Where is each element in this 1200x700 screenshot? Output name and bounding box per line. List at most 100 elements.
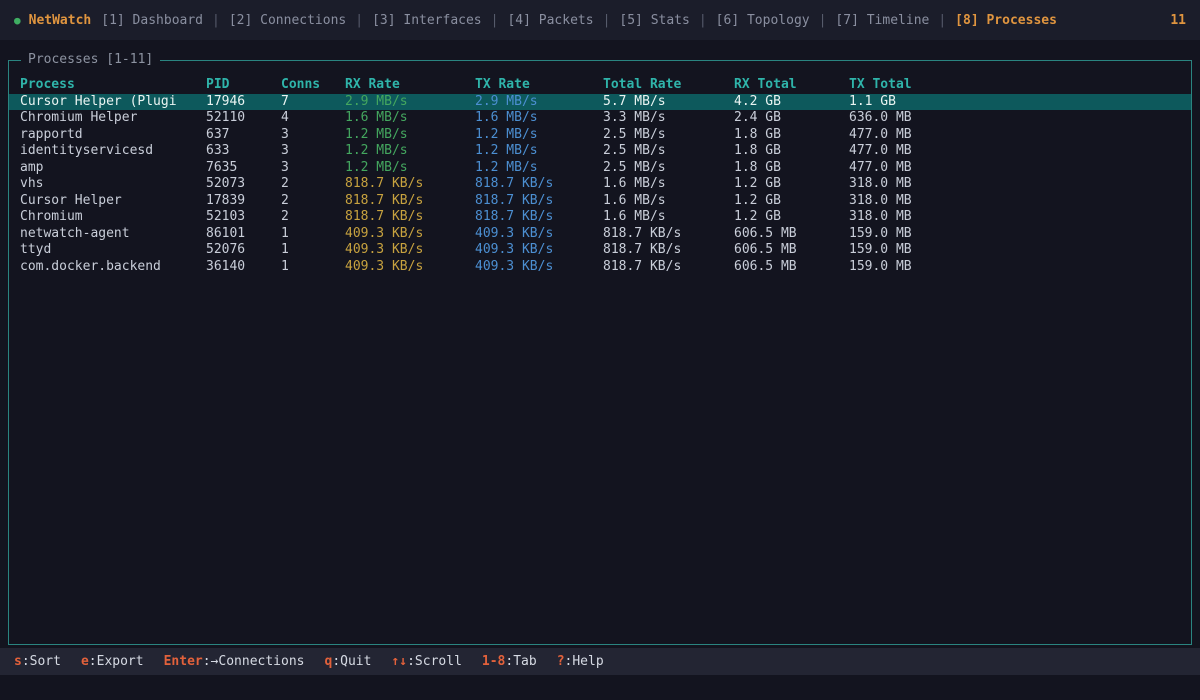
- cell-total-rate: 2.5 MB/s: [603, 126, 666, 142]
- tab-3-interfaces[interactable]: [3] Interfaces: [372, 13, 482, 28]
- cell-tx-rate: 1.2 MB/s: [475, 126, 538, 142]
- table-row[interactable]: identityservicesd 633 3 1.2 MB/s 1.2 MB/s 2.5…: [9, 143, 1191, 160]
- tab-separator: |: [698, 12, 707, 28]
- statusbar-hint-scroll: ↑↓:Scroll: [391, 654, 461, 669]
- cell-rx-total: 606.5 MB: [734, 258, 797, 274]
- cell-rx-rate: 1.2 MB/s: [345, 126, 408, 142]
- cell-rx-total: 1.2 GB: [734, 176, 781, 191]
- cell-rx-rate: 409.3 KB/s: [345, 242, 424, 257]
- tab-1-dashboard[interactable]: [1] Dashboard: [101, 13, 203, 28]
- cell-total-rate: 2.5 MB/s: [603, 143, 666, 158]
- statusbar-hint-help: ?:Help: [557, 654, 604, 669]
- table-row[interactable]: com.docker.backend 36140 1 409.3 KB/s 409.3 …: [9, 259, 1191, 276]
- cell-rx-total: 1.8 GB: [734, 126, 781, 142]
- cell-pid: 52076: [206, 242, 246, 257]
- cell-pid: 36140: [206, 258, 246, 274]
- hint-key: ?: [556, 654, 565, 669]
- tab-separator: |: [212, 12, 220, 28]
- cell-tx-rate: 818.7 KB/s: [475, 209, 554, 224]
- cell-tx-total: 318.0 MB: [849, 176, 912, 191]
- cell-tx-rate: 1.6 MB/s: [475, 110, 538, 125]
- hint-key: s: [14, 654, 22, 669]
- col-header-rx-total[interactable]: RX Total: [734, 77, 849, 94]
- table-row[interactable]: vhs 52073 2 818.7 KB/s 818.7 KB/s 1.6 MB/s 1.2…: [9, 176, 1191, 193]
- cell-pid: 633: [206, 143, 230, 158]
- hint-description: :Export: [88, 654, 144, 669]
- cell-conns: 3: [281, 159, 289, 175]
- cell-tx-rate: 409.3 KB/s: [475, 258, 554, 274]
- col-header-pid[interactable]: PID: [206, 77, 281, 94]
- tab-8-processes[interactable]: [8] Processes: [955, 13, 1057, 28]
- cell-conns: 1: [281, 258, 289, 274]
- cell-process: com.docker.backend: [20, 258, 161, 274]
- cell-conns: 1: [281, 242, 289, 257]
- panel-title: Processes [1-11]: [21, 52, 161, 67]
- tab-2-connections[interactable]: [2] Connections: [229, 13, 346, 28]
- cell-rx-rate: 1.2 MB/s: [345, 143, 408, 158]
- cell-rx-rate: 409.3 KB/s: [345, 258, 424, 274]
- cell-tx-total: 318.0 MB: [849, 192, 912, 208]
- cell-rx-total: 1.2 GB: [734, 192, 781, 208]
- cell-conns: 3: [281, 143, 289, 158]
- cell-process: vhs: [20, 176, 44, 191]
- cell-total-rate: 2.5 MB/s: [603, 159, 666, 175]
- cell-conns: 1: [281, 225, 289, 241]
- hint-description: :Sort: [21, 654, 61, 669]
- cell-rx-total: 606.5 MB: [734, 242, 797, 257]
- cell-conns: 2: [281, 192, 289, 208]
- hint-description: :→Connections: [202, 654, 305, 669]
- tab-4-packets[interactable]: [4] Packets: [507, 13, 593, 28]
- tab-7-timeline[interactable]: [7] Timeline: [835, 13, 929, 28]
- tab-5-stats[interactable]: [5] Stats: [619, 13, 689, 28]
- cell-tx-rate: 818.7 KB/s: [475, 192, 554, 208]
- tab-separator: |: [355, 12, 364, 28]
- process-table: Process PID Conns RX Rate TX Rate Total …: [9, 61, 1191, 275]
- cell-total-rate: 5.7 MB/s: [603, 93, 666, 109]
- cell-tx-total: 318.0 MB: [849, 209, 912, 224]
- cell-rx-rate: 1.6 MB/s: [345, 110, 408, 125]
- app-title: NetWatch: [28, 12, 92, 28]
- header-count: 11: [1170, 12, 1186, 28]
- cell-process: Chromium: [20, 209, 83, 224]
- col-header-rx-rate[interactable]: RX Rate: [345, 77, 475, 94]
- cell-rx-rate: 818.7 KB/s: [345, 192, 424, 208]
- cell-rx-total: 606.5 MB: [734, 225, 797, 241]
- table-row[interactable]: Chromium 52103 2 818.7 KB/s 818.7 KB/s 1.6 MB…: [9, 209, 1191, 226]
- cell-tx-total: 636.0 MB: [849, 110, 912, 125]
- tab-6-topology[interactable]: [6] Topology: [716, 13, 810, 28]
- table-row[interactable]: amp 7635 3 1.2 MB/s 1.2 MB/s 2.5 MB/s 1.8 GB 47…: [9, 160, 1191, 177]
- cell-conns: 4: [281, 110, 289, 125]
- cell-pid: 17946: [206, 93, 246, 109]
- cell-pid: 52073: [206, 176, 246, 191]
- table-header-row: Process PID Conns RX Rate TX Rate Total …: [9, 77, 1191, 94]
- col-header-tx-rate[interactable]: TX Rate: [475, 77, 603, 94]
- cell-tx-rate: 818.7 KB/s: [475, 176, 554, 191]
- cell-tx-rate: 1.2 MB/s: [475, 159, 538, 175]
- processes-panel: Processes [1-11] Process PID Conns RX Ra…: [8, 52, 1192, 645]
- cell-total-rate: 1.6 MB/s: [603, 176, 666, 191]
- table-row[interactable]: netwatch-agent 86101 1 409.3 KB/s 409.3 KB/s…: [9, 226, 1191, 243]
- cell-process: rapportd: [20, 126, 83, 142]
- col-header-process[interactable]: Process: [20, 77, 206, 94]
- cell-tx-total: 477.0 MB: [849, 126, 912, 142]
- table-row[interactable]: Cursor Helper 17839 2 818.7 KB/s 818.7 KB/s 1…: [9, 193, 1191, 210]
- hint-key: e: [80, 654, 89, 669]
- cell-process: identityservicesd: [20, 143, 154, 158]
- tab-separator: |: [602, 12, 611, 28]
- table-row[interactable]: rapportd 637 3 1.2 MB/s 1.2 MB/s 2.5 MB/s 1.8 …: [9, 127, 1191, 144]
- table-row[interactable]: Cursor Helper (Plugi 17946 7 2.9 MB/s 2.9 MB…: [9, 93, 1191, 110]
- hint-key: 1-8: [481, 654, 506, 669]
- col-header-tx-total[interactable]: TX Total: [849, 77, 1191, 94]
- cell-process: Chromium Helper: [20, 110, 138, 125]
- col-header-conns[interactable]: Conns: [281, 77, 345, 94]
- table-row[interactable]: Chromium Helper 52110 4 1.6 MB/s 1.6 MB/s 3.3…: [9, 110, 1191, 127]
- cell-tx-rate: 409.3 KB/s: [475, 225, 554, 241]
- cell-pid: 17839: [206, 192, 246, 208]
- cell-tx-total: 477.0 MB: [849, 159, 912, 175]
- cell-total-rate: 818.7 KB/s: [603, 258, 682, 274]
- hint-description: :Help: [564, 654, 604, 669]
- cell-process: Cursor Helper: [20, 192, 122, 208]
- table-row[interactable]: ttyd 52076 1 409.3 KB/s 409.3 KB/s 818.7 KB/s…: [9, 242, 1191, 259]
- cell-process: ttyd: [20, 242, 52, 257]
- col-header-total-rate[interactable]: Total Rate: [603, 77, 734, 94]
